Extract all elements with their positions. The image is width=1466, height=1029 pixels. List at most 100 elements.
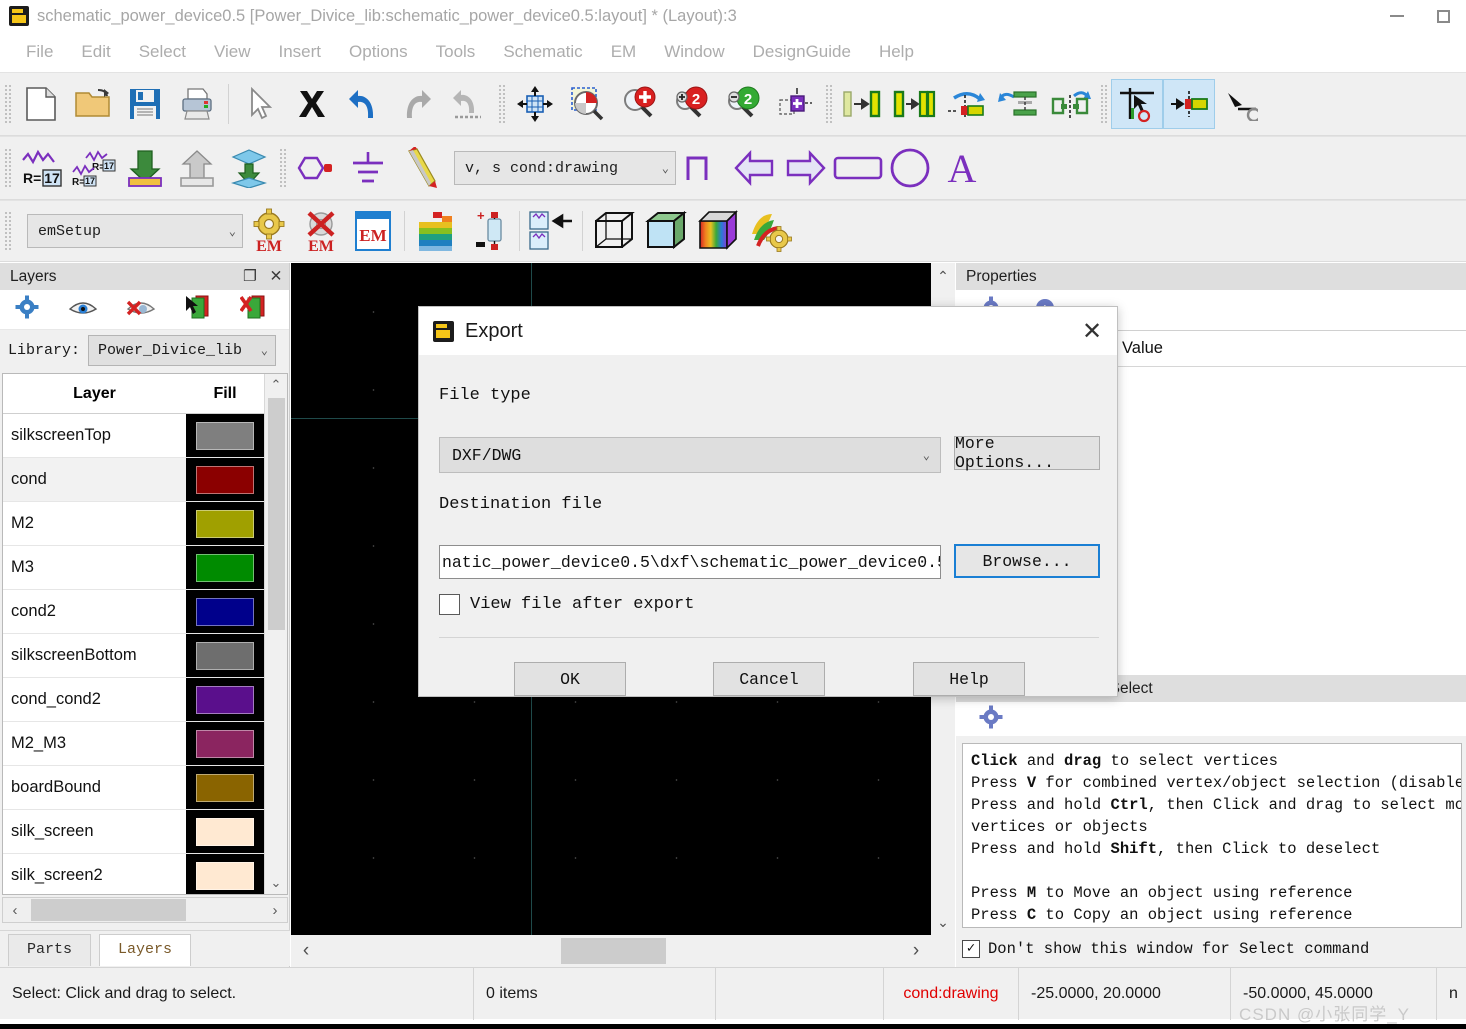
close-icon[interactable]: ✕ — [1071, 313, 1113, 349]
tab-layers[interactable]: Layers — [99, 934, 192, 966]
export-button[interactable] — [171, 143, 223, 193]
zoom-in-button[interactable] — [613, 79, 665, 129]
canvas-horizontal-scrollbar[interactable]: ‹ › — [291, 935, 931, 967]
table-row[interactable]: boardBound — [3, 766, 287, 810]
r17-button[interactable]: R= 17 — [15, 143, 67, 193]
scroll-up-icon[interactable]: ⌃ — [265, 374, 287, 396]
align-ports-button[interactable] — [992, 79, 1044, 129]
mirror-ports-button[interactable] — [1044, 79, 1096, 129]
maximize-button[interactable] — [1420, 0, 1466, 32]
deselect-layers-icon[interactable] — [239, 294, 268, 325]
emsetup-combo[interactable]: emSetup ⌄ — [27, 214, 243, 248]
minimize-button[interactable] — [1374, 0, 1420, 32]
menu-window[interactable]: Window — [650, 40, 738, 64]
arrow-left-shape-button[interactable] — [728, 143, 780, 193]
layer-fill-cell[interactable] — [186, 678, 264, 721]
toolbar-grip[interactable] — [4, 148, 11, 188]
cancel-button[interactable]: Cancel — [713, 662, 825, 696]
scroll-right-icon[interactable]: › — [901, 940, 931, 962]
step-shape-button[interactable] — [676, 143, 728, 193]
scroll-up-icon[interactable]: ⌃ — [931, 263, 955, 289]
solid-3d-button[interactable] — [640, 206, 692, 256]
import-button[interactable] — [119, 143, 171, 193]
menu-file[interactable]: File — [12, 40, 67, 64]
table-row[interactable]: cond_cond2 — [3, 678, 287, 722]
table-row[interactable]: M3 — [3, 546, 287, 590]
menu-help[interactable]: Help — [865, 40, 928, 64]
rectangle-shape-button[interactable] — [832, 143, 884, 193]
layer-fill-cell[interactable] — [186, 590, 264, 633]
scrollbar-track[interactable] — [321, 936, 901, 966]
rotate-port-button[interactable] — [940, 79, 992, 129]
new-document-button[interactable] — [15, 79, 67, 129]
substrate-editor-button[interactable] — [525, 206, 577, 256]
undo-button[interactable] — [338, 79, 390, 129]
pin-remove-button[interactable] — [1215, 79, 1267, 129]
gear-icon[interactable] — [978, 704, 1004, 735]
table-row[interactable]: cond2 — [3, 590, 287, 634]
pencil-button[interactable] — [394, 143, 446, 193]
restore-icon[interactable]: ❐ — [237, 264, 263, 290]
delete-button[interactable] — [286, 79, 338, 129]
view-after-export-row[interactable]: View file after export — [439, 594, 694, 615]
layer-fill-cell[interactable] — [186, 722, 264, 765]
menu-edit[interactable]: Edit — [67, 40, 124, 64]
scroll-left-icon[interactable]: ‹ — [291, 940, 321, 962]
table-row[interactable]: silkscreenBottom — [3, 634, 287, 678]
scrollbar-track[interactable] — [27, 898, 263, 922]
em-cockpit-button[interactable] — [744, 206, 796, 256]
toolbar-grip[interactable] — [279, 148, 286, 188]
layer-fill-cell[interactable] — [186, 414, 264, 457]
text-tool-button[interactable]: A — [936, 143, 988, 193]
table-row[interactable]: silkscreenTop — [3, 414, 287, 458]
layer-fill-cell[interactable] — [186, 854, 264, 894]
dont-show-row[interactable]: ✓ Don't show this window for Select comm… — [962, 940, 1369, 958]
menu-select[interactable]: Select — [125, 40, 200, 64]
table-row[interactable]: cond — [3, 458, 287, 502]
table-row[interactable]: silk_screen — [3, 810, 287, 854]
layer-stack-button[interactable] — [223, 143, 275, 193]
select-arrow-button[interactable] — [234, 79, 286, 129]
toolbar-grip[interactable] — [825, 84, 832, 124]
library-combo[interactable]: Power_Divice_lib ⌄ — [88, 334, 277, 366]
view-after-export-checkbox[interactable] — [439, 594, 460, 615]
scroll-down-icon[interactable]: ⌄ — [931, 909, 955, 935]
layer-fill-cell[interactable] — [186, 766, 264, 809]
layers-vertical-scrollbar[interactable]: ⌃ ⌄ — [264, 374, 287, 894]
menu-em[interactable]: EM — [597, 40, 651, 64]
menu-designguide[interactable]: DesignGuide — [739, 40, 865, 64]
layer-colors-button[interactable] — [410, 206, 462, 256]
menu-schematic[interactable]: Schematic — [489, 40, 596, 64]
em-setup-button[interactable]: EM — [243, 206, 295, 256]
ground-button[interactable] — [342, 143, 394, 193]
r17-multi-button[interactable]: R= 17 R= 17 — [67, 143, 119, 193]
undo-arrow-button[interactable] — [442, 79, 494, 129]
select-layers-icon[interactable] — [184, 294, 212, 325]
scrollbar-thumb[interactable] — [268, 398, 285, 630]
ok-button[interactable]: OK — [514, 662, 626, 696]
scrollbar-thumb[interactable] — [31, 899, 186, 921]
show-all-layers-icon[interactable] — [68, 296, 98, 323]
layer-fill-cell[interactable] — [186, 810, 264, 853]
zoom-in-2x-button[interactable]: 2 — [665, 79, 717, 129]
wireframe-3d-button[interactable] — [588, 206, 640, 256]
toolbar-grip[interactable] — [1100, 84, 1107, 124]
layers-horizontal-scrollbar[interactable]: ‹ › — [2, 897, 288, 923]
menu-insert[interactable]: Insert — [265, 40, 336, 64]
print-button[interactable] — [171, 79, 223, 129]
save-button[interactable] — [119, 79, 171, 129]
em-simulate-button[interactable]: EM — [347, 206, 399, 256]
rainbow-3d-button[interactable] — [692, 206, 744, 256]
toolbar-grip[interactable] — [498, 84, 505, 124]
destination-file-input[interactable]: natic_power_device0.5\dxf\schematic_powe… — [439, 545, 941, 579]
arrow-right-shape-button[interactable] — [780, 143, 832, 193]
scroll-down-icon[interactable]: ⌄ — [265, 872, 287, 894]
port-hexagon-button[interactable] — [290, 143, 342, 193]
gear-icon[interactable] — [14, 294, 40, 325]
layer-fill-cell[interactable] — [186, 502, 264, 545]
pan-button[interactable] — [509, 79, 561, 129]
scrollbar-thumb[interactable] — [561, 938, 666, 964]
circle-shape-button[interactable] — [884, 143, 936, 193]
browse-button[interactable]: Browse... — [954, 544, 1100, 578]
layer-fill-cell[interactable] — [186, 634, 264, 677]
